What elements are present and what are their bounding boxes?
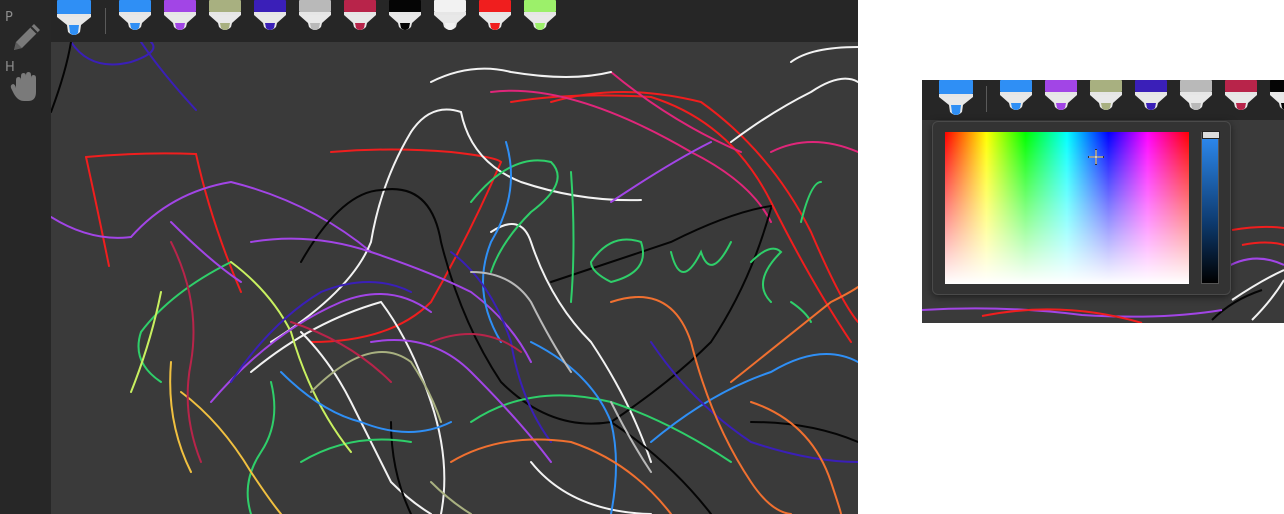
color-marker-1[interactable]	[164, 0, 196, 30]
color-marker-5[interactable]	[344, 0, 376, 30]
brightness-slider-handle[interactable]	[1202, 131, 1220, 139]
color-marker-2[interactable]	[209, 0, 241, 30]
picker-color-marker-5[interactable]	[1225, 80, 1257, 110]
picker-color-marker-6[interactable]	[1270, 80, 1284, 110]
marker-row	[57, 0, 556, 35]
color-toolbar	[51, 0, 858, 42]
toolbar-separator	[105, 8, 106, 34]
crosshair-icon	[1088, 149, 1104, 165]
color-marker-6[interactable]	[389, 0, 421, 30]
pencil-tool[interactable]: P	[2, 10, 48, 58]
color-marker-8[interactable]	[479, 0, 511, 30]
tool-sidebar: P H	[0, 0, 51, 514]
picker-color-marker-0[interactable]	[1000, 80, 1032, 110]
brightness-slider[interactable]	[1201, 131, 1220, 284]
color-marker-9[interactable]	[524, 0, 556, 30]
color-marker-4[interactable]	[299, 0, 331, 30]
hue-saturation-area[interactable]	[945, 132, 1189, 284]
color-marker-0[interactable]	[119, 0, 151, 30]
hand-tool[interactable]: H	[2, 60, 48, 108]
picker-marker-row	[939, 80, 1284, 115]
scribble-strokes	[51, 42, 858, 514]
drawing-canvas[interactable]	[51, 42, 858, 514]
picker-color-marker-1[interactable]	[1045, 80, 1077, 110]
color-marker-7[interactable]	[434, 0, 466, 30]
picker-selected-marker[interactable]	[939, 80, 973, 115]
drawing-app: P H	[0, 0, 858, 514]
picker-preview-window	[922, 80, 1284, 323]
picker-toolbar-separator	[986, 86, 987, 112]
selected-marker[interactable]	[57, 0, 91, 35]
picker-color-toolbar	[922, 80, 1284, 120]
picker-color-marker-2[interactable]	[1090, 80, 1122, 110]
picker-color-marker-3[interactable]	[1135, 80, 1167, 110]
hand-icon	[10, 72, 36, 101]
color-marker-3[interactable]	[254, 0, 286, 30]
color-picker-panel	[932, 121, 1231, 295]
picker-color-marker-4[interactable]	[1180, 80, 1212, 110]
pencil-icon	[14, 24, 40, 50]
